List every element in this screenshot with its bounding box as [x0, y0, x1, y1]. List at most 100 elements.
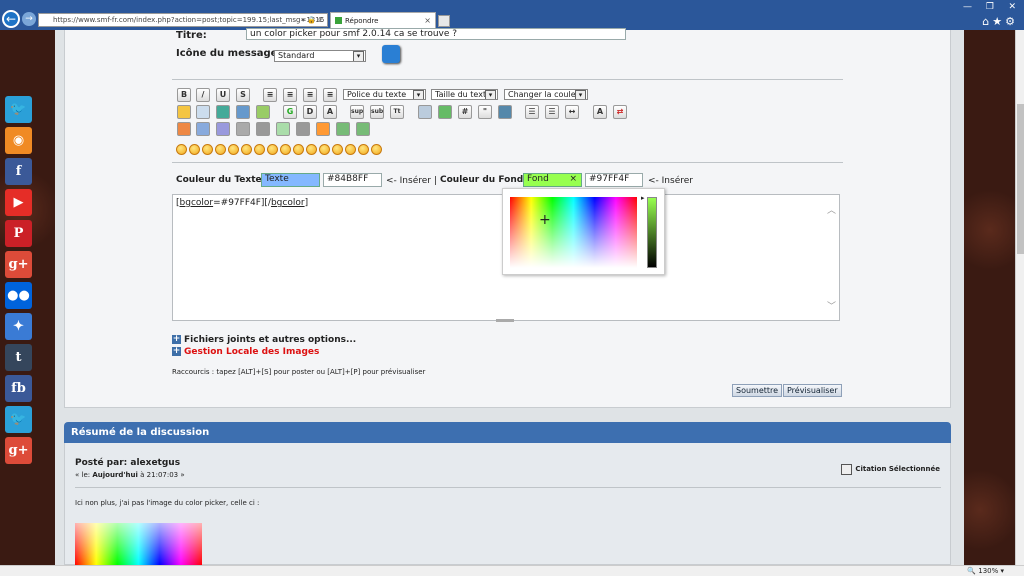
facebook-fb-icon[interactable]: fb: [5, 375, 32, 402]
font-select[interactable]: Police du texte: [343, 89, 426, 100]
code-button[interactable]: [438, 105, 452, 119]
icon-select[interactable]: Standard: [274, 50, 366, 62]
table-button[interactable]: [418, 105, 432, 119]
superscript-button[interactable]: sup: [350, 105, 364, 119]
align-left-button[interactable]: ≡: [263, 88, 277, 102]
size-select[interactable]: Taille du texte: [431, 89, 498, 100]
smiley-icon[interactable]: [345, 144, 356, 155]
media-button-5[interactable]: [276, 122, 290, 136]
media-button-3[interactable]: [236, 122, 250, 136]
link-button[interactable]: [216, 105, 230, 119]
scrollbar-thumb[interactable]: [1017, 104, 1024, 254]
smiley-icon[interactable]: [306, 144, 317, 155]
zoom-level[interactable]: 🔍 130% ▾: [967, 566, 1004, 576]
media-button-6[interactable]: [296, 122, 310, 136]
numbered-list-button[interactable]: ☰: [545, 105, 559, 119]
ftp-button[interactable]: [256, 105, 270, 119]
media-button-2[interactable]: [216, 122, 230, 136]
italic-button[interactable]: /: [196, 88, 210, 102]
close-icon[interactable]: ×: [424, 13, 431, 29]
google-plus-icon[interactable]: g+: [5, 437, 32, 464]
bg-color-hex-input[interactable]: #97FF4F: [585, 173, 643, 187]
smiley-icon[interactable]: [254, 144, 265, 155]
smiley-icon[interactable]: [228, 144, 239, 155]
spoiler-button[interactable]: [498, 105, 512, 119]
quote-selected-button[interactable]: Citation Sélectionnée: [841, 464, 940, 475]
email-button[interactable]: [236, 105, 250, 119]
submit-button[interactable]: Soumettre: [732, 384, 783, 397]
text-color-swatch[interactable]: Texte: [261, 173, 320, 187]
smiley-icon[interactable]: [371, 144, 382, 155]
media-button-8[interactable]: [336, 122, 350, 136]
scroll-down-icon[interactable]: ﹀: [827, 299, 836, 312]
quote-button[interactable]: ": [478, 105, 492, 119]
smiley-icon[interactable]: [202, 144, 213, 155]
shadow-button[interactable]: D: [303, 105, 317, 119]
back-button[interactable]: ←: [2, 10, 20, 28]
media-button-9[interactable]: [356, 122, 370, 136]
title-input[interactable]: un color picker pour smf 2.0.14 ca se tr…: [246, 28, 626, 40]
underline-button[interactable]: U: [216, 88, 230, 102]
subscript-button[interactable]: sub: [370, 105, 384, 119]
clear-icon[interactable]: ×: [569, 174, 577, 185]
tab-repondre[interactable]: Répondre ×: [330, 12, 436, 29]
toggle-view-button[interactable]: ⇄: [613, 105, 627, 119]
minimize-icon[interactable]: —: [963, 2, 972, 12]
marquee-button[interactable]: A: [323, 105, 337, 119]
youtube-icon[interactable]: ▶: [5, 189, 32, 216]
google-plus-icon[interactable]: g+: [5, 251, 32, 278]
address-bar[interactable]: https://www.smf-fr.com/index.php?action=…: [38, 13, 328, 27]
media-button-1[interactable]: [196, 122, 210, 136]
new-tab-button[interactable]: [438, 15, 450, 27]
pinterest-icon[interactable]: P: [5, 220, 32, 247]
align-center-button[interactable]: ≡: [283, 88, 297, 102]
page-scrollbar[interactable]: [1015, 30, 1024, 565]
compass-icon[interactable]: ✦: [5, 313, 32, 340]
bullet-list-button[interactable]: ☰: [525, 105, 539, 119]
youtube-embed-button[interactable]: [177, 122, 191, 136]
author-name[interactable]: alexetgus: [130, 458, 180, 468]
rss-icon[interactable]: ◉: [5, 127, 32, 154]
facebook-icon[interactable]: f: [5, 158, 32, 185]
media-button-4[interactable]: [256, 122, 270, 136]
smiley-icon[interactable]: [319, 144, 330, 155]
images-link[interactable]: Gestion Locale des Images: [172, 347, 319, 357]
horizontal-rule-button[interactable]: ↔: [565, 105, 579, 119]
justify-button[interactable]: ≡: [323, 88, 337, 102]
remove-format-button[interactable]: A: [593, 105, 607, 119]
preview-button[interactable]: Prévisualiser: [783, 384, 842, 397]
bold-button[interactable]: B: [177, 88, 191, 102]
smiley-icon[interactable]: [215, 144, 226, 155]
smiley-icon[interactable]: [176, 144, 187, 155]
browser-icons[interactable]: ⌂★⚙: [982, 15, 1018, 28]
smiley-icon[interactable]: [358, 144, 369, 155]
smiley-icon[interactable]: [332, 144, 343, 155]
restore-icon[interactable]: ❐: [986, 2, 994, 12]
close-window-icon[interactable]: ✕: [1008, 2, 1016, 12]
insert-text-label[interactable]: <- Insérer |: [386, 176, 437, 186]
image-button[interactable]: [196, 105, 210, 119]
glow-button[interactable]: G: [283, 105, 297, 119]
flickr-icon[interactable]: ●●: [5, 282, 32, 309]
color-select[interactable]: Changer la couleur: [504, 89, 588, 100]
color-spectrum[interactable]: [510, 197, 637, 268]
twitter-icon[interactable]: 🐦: [5, 96, 32, 123]
align-right-button[interactable]: ≡: [303, 88, 317, 102]
attachments-link[interactable]: Fichiers joints et autres options...: [172, 335, 356, 345]
insert-bg-label[interactable]: <- Insérer: [648, 176, 693, 186]
flash-button[interactable]: [177, 105, 191, 119]
hash-button[interactable]: #: [458, 105, 472, 119]
shade-slider[interactable]: [647, 197, 657, 268]
smiley-icon[interactable]: [241, 144, 252, 155]
editor-content[interactable]: [bgcolor=#97FF4F][/bgcolor]: [176, 198, 308, 208]
media-button-7[interactable]: [316, 122, 330, 136]
smiley-icon[interactable]: [280, 144, 291, 155]
smiley-icon[interactable]: [293, 144, 304, 155]
editor-resize-handle[interactable]: [496, 319, 514, 322]
strike-button[interactable]: S: [236, 88, 250, 102]
bg-color-swatch[interactable]: Fond ×: [523, 173, 582, 187]
smiley-icon[interactable]: [189, 144, 200, 155]
smiley-icon[interactable]: [267, 144, 278, 155]
twitter-icon[interactable]: 🐦: [5, 406, 32, 433]
forward-button[interactable]: →: [22, 12, 36, 26]
